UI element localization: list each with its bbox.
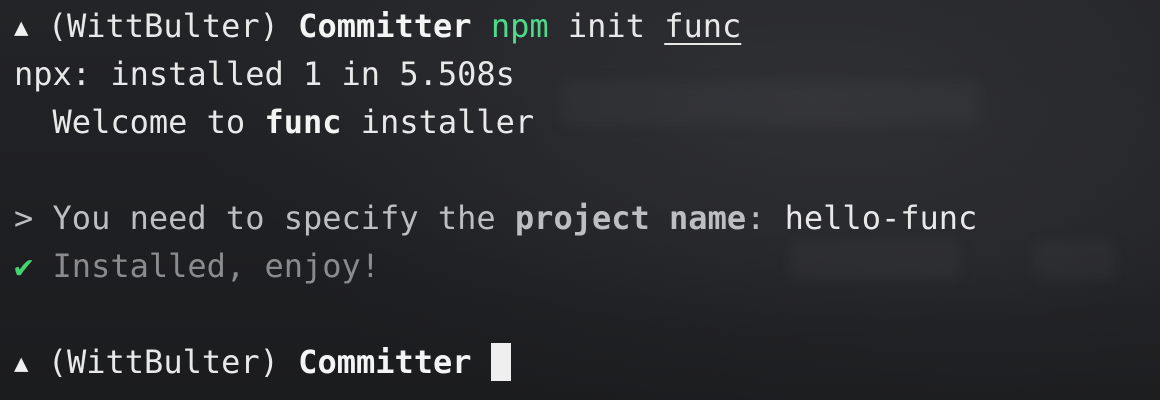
welcome-package: func: [264, 103, 342, 141]
question-marker: >: [14, 199, 34, 237]
question-emphasis: project name: [514, 199, 747, 237]
question-text: You need to specify the: [52, 199, 496, 237]
welcome-prefix: Welcome to: [14, 103, 265, 141]
prompt-line[interactable]: ▲ (WittBulter) Committer: [14, 338, 1160, 386]
question-line: > You need to specify the project name: …: [14, 194, 1160, 242]
success-line: ✔ Installed, enjoy!: [14, 242, 1160, 290]
command-name: npm: [490, 7, 549, 45]
checkmark-icon: ✔: [14, 247, 34, 285]
prompt-directory: Committer: [298, 7, 472, 45]
prompt-triangle-icon: ▲: [14, 349, 29, 377]
terminal-window[interactable]: ▲ (WittBulter) Committer npm init func n…: [0, 0, 1160, 400]
welcome-suffix: installer: [341, 103, 535, 141]
question-colon: :: [746, 199, 766, 237]
npx-output: npx: installed 1 in 5.508s: [14, 55, 515, 93]
terminal-output: ▲ (WittBulter) Committer npm init func n…: [14, 2, 1160, 386]
command-package: func: [664, 7, 742, 45]
welcome-line: Welcome to func installer: [14, 98, 1160, 146]
prompt-triangle-icon: ▲: [14, 13, 29, 41]
text-cursor[interactable]: [490, 343, 511, 381]
command-arg: init: [567, 7, 645, 45]
prompt-env: (WittBulter): [47, 7, 279, 45]
success-message: Installed, enjoy!: [52, 247, 381, 285]
prompt-directory: Committer: [298, 343, 472, 381]
question-answer: hello-func: [784, 199, 978, 237]
command-line: ▲ (WittBulter) Committer npm init func: [14, 2, 1160, 50]
prompt-env: (WittBulter): [47, 343, 279, 381]
